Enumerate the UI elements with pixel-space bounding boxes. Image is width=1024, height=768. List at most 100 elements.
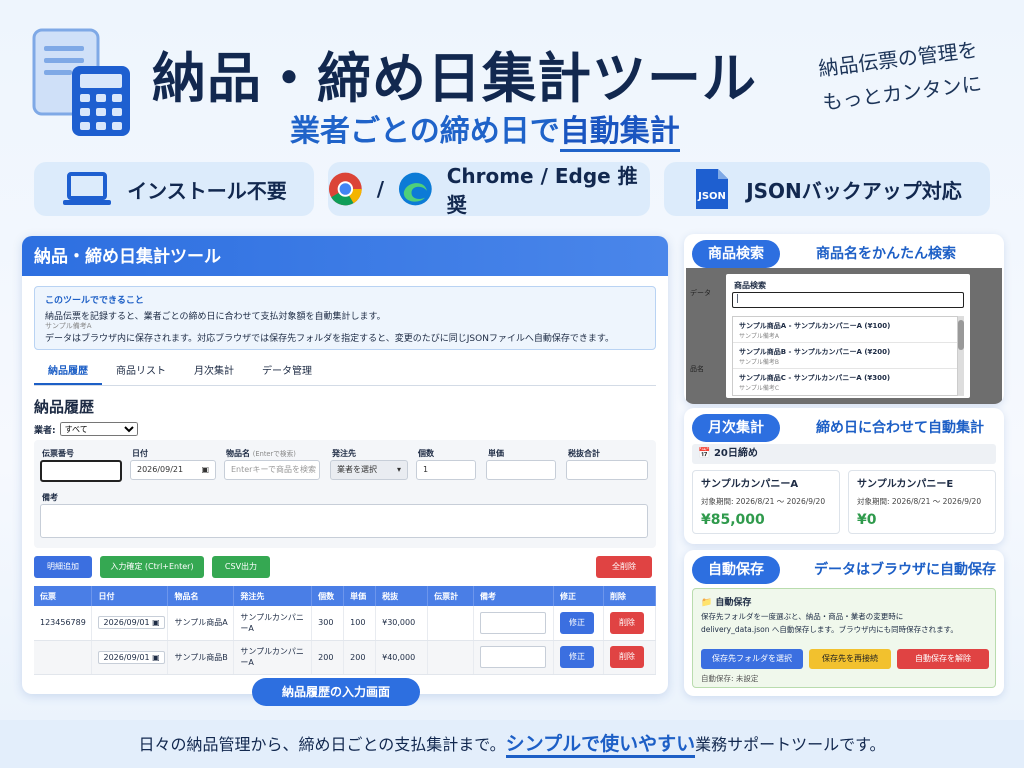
price-input[interactable]	[486, 460, 556, 480]
vendor-period: 対象期間: 2026/8/21 〜 2026/9/20	[701, 497, 826, 506]
edit-button[interactable]: 修正	[559, 611, 594, 634]
confirm-button[interactable]: 入力確定 (Ctrl+Enter)	[100, 556, 204, 578]
delivery-table: 伝票 日付 物品名 発注先 個数 単価 税抜 伝票計 備考 修正 削除 1234…	[34, 586, 657, 675]
memo-input[interactable]	[480, 646, 546, 668]
monthly-card-title: 締め日に合わせて自動集計	[816, 420, 984, 436]
monthly-card: 月次集計 締め日に合わせて自動集計 📅 20日締め サンプルカンパニーA 対象期…	[684, 408, 1004, 544]
cell-price: 100	[343, 606, 377, 641]
vendor-filter: 業者: すべて	[34, 422, 138, 436]
memo-input[interactable]	[480, 611, 546, 634]
bg-label: 品名	[690, 365, 704, 373]
cell-product: サンプル商品A	[167, 606, 235, 641]
vendor-name: サンプルカンパニーA	[701, 479, 799, 490]
autosave-desc: delivery_data.json へ自動保存します。ブラウザ内にも同時保存さ…	[701, 625, 958, 634]
col-product: 物品名	[167, 586, 235, 606]
slip-input[interactable]	[40, 460, 122, 482]
col-slip: 伝票	[34, 586, 93, 606]
autosave-desc: 保存先フォルダを一度選ぶと、納品・商品・業者の変更時に	[701, 612, 904, 621]
col-qty: 個数	[311, 586, 345, 606]
chrome-icon	[328, 172, 362, 206]
tab-product-list[interactable]: 商品リスト	[102, 360, 180, 385]
search-input[interactable]: |	[732, 292, 964, 308]
list-item[interactable]: サンプル商品A - サンプルカンパニーA (¥100) サンプル備考A	[733, 317, 957, 343]
total-input[interactable]	[566, 460, 648, 480]
product-input[interactable]: Enterキーで商品を検索	[224, 460, 320, 480]
tagline: 納品伝票の管理を もっとカンタンに	[797, 30, 1004, 122]
search-modal: 商品検索 | サンプル商品A - サンプルカンパニーA (¥100) サンプル備考…	[726, 274, 970, 398]
supplier-select[interactable]: 業者を選択 ▾	[330, 460, 408, 480]
document-calculator-icon	[32, 28, 130, 136]
closing-badge: 📅 20日締め	[692, 444, 996, 464]
json-icon-text: JSON	[697, 191, 726, 202]
csv-export-button[interactable]: CSV出力	[212, 556, 270, 578]
date-input[interactable]: 2026/09/21 ▣	[130, 460, 216, 480]
col-slip-total: 伝票計	[427, 586, 474, 606]
footer: 日々の納品管理から、締め日ごとの支払集計まで。シンプルで使いやすい業務サポートツ…	[0, 720, 1024, 768]
browser-separator: /	[376, 177, 384, 201]
list-item[interactable]: サンプル商品C - サンプルカンパニーA (¥300) サンプル備考C	[733, 369, 957, 395]
select-folder-button[interactable]: 保存先フォルダを選択	[701, 649, 803, 669]
autosave-card-title: データはブラウザに自動保存	[814, 562, 996, 578]
vendor-name: サンプルカンパニーE	[857, 479, 954, 490]
qty-label: 個数	[418, 449, 434, 458]
monthly-pill: 月次集計	[692, 414, 780, 442]
add-row-button[interactable]: 明細追加	[34, 556, 92, 578]
calendar-icon: ▣	[201, 465, 209, 474]
edit-button[interactable]: 修正	[559, 646, 594, 668]
col-memo: 備考	[473, 586, 554, 606]
cell-slip: 123456789	[34, 606, 93, 641]
qty-input[interactable]: 1	[416, 460, 476, 480]
vendor-summary: サンプルカンパニーE 対象期間: 2026/8/21 〜 2026/9/20 ¥…	[848, 470, 996, 534]
total-label: 税抜合計	[568, 449, 600, 458]
cell-slip	[34, 640, 93, 675]
vendor-select[interactable]: すべて	[59, 422, 138, 436]
json-file-icon: JSON	[696, 169, 729, 209]
autosave-card: 自動保存 データはブラウザに自動保存 📁 自動保存 保存先フォルダを一度選ぶと、…	[684, 550, 1004, 696]
vendor-amount: ¥85,000	[701, 512, 765, 528]
delete-all-button[interactable]: 全削除	[596, 556, 652, 578]
subtitle-text: 業者ごとの締め日で	[290, 114, 560, 149]
vendor-amount: ¥0	[857, 512, 877, 528]
cell-qty: 200	[311, 640, 345, 675]
table-row: 123456789 2026/09/01 ▣ サンプル商品A サンプルカンパニー…	[34, 606, 657, 641]
reconnect-button[interactable]: 保存先を再接続	[809, 649, 891, 669]
date-input[interactable]: 2026/09/01 ▣	[98, 616, 165, 630]
tab-bar: 納品履歴 商品リスト 月次集計 データ管理	[34, 360, 656, 386]
memo-textarea[interactable]	[40, 504, 648, 538]
tab-monthly-summary[interactable]: 月次集計	[180, 360, 248, 385]
col-price: 単価	[343, 586, 377, 606]
disable-autosave-button[interactable]: 自動保存を解除	[897, 649, 989, 669]
info-box: このツールでできること 納品伝票を記録すると、業者ごとの締め日に合わせて支払対象…	[34, 286, 656, 350]
chevron-down-icon: ▾	[396, 465, 401, 474]
vendor-label: 業者:	[34, 425, 56, 436]
search-screenshot: データ 品名 商品検索 | サンプル商品A - サンプルカンパニーA (¥100…	[686, 268, 1002, 404]
delete-button[interactable]: 削除	[609, 611, 644, 634]
product-label: 物品名 (Enterで検索)	[226, 449, 296, 458]
footer-highlight: シンプルで使いやすい	[505, 733, 696, 758]
date-input[interactable]: 2026/09/01 ▣	[98, 650, 165, 664]
autosave-pill: 自動保存	[692, 556, 780, 584]
tab-data-management[interactable]: データ管理	[248, 360, 326, 385]
search-pill: 商品検索	[692, 240, 780, 268]
col-edit: 修正	[553, 586, 604, 606]
footer-text: 日々の納品管理から、締め日ごとの支払集計まで。	[138, 735, 506, 754]
folder-icon: 📁	[701, 598, 713, 608]
app-window: 納品・締め日集計ツール このツールでできること 納品伝票を記録すると、業者ごとの…	[22, 236, 668, 694]
section-title: 納品履歴	[34, 398, 95, 416]
page-title: 納品・締め日集計ツール	[152, 47, 757, 110]
info-title: このツールでできること	[45, 296, 144, 306]
vendor-summary: サンプルカンパニーA 対象期間: 2026/8/21 〜 2026/9/20 ¥…	[692, 470, 840, 534]
scrollbar[interactable]	[958, 316, 964, 396]
delete-button[interactable]: 削除	[609, 646, 644, 668]
list-item[interactable]: サンプル商品B - サンプルカンパニーA (¥200) サンプル備考B	[733, 343, 957, 369]
tab-delivery-history[interactable]: 納品履歴	[34, 360, 102, 385]
vendor-period: 対象期間: 2026/8/21 〜 2026/9/20	[857, 497, 982, 506]
feature-browser: / Chrome / Edge 推奨	[328, 162, 650, 217]
laptop-icon	[63, 172, 112, 205]
search-card: 商品検索 商品名をかんたん検索 データ 品名 商品検索 | サンプル商品A - …	[684, 234, 1004, 404]
col-subtotal: 税抜	[375, 586, 429, 606]
caption-badge: 納品履歴の入力画面	[252, 678, 420, 706]
cell-subtotal: ¥40,000	[375, 640, 429, 675]
info-line: データはブラウザ内に保存されます。対応ブラウザでは保存先フォルダを指定すると、変…	[45, 334, 615, 344]
date-label: 日付	[132, 449, 148, 458]
